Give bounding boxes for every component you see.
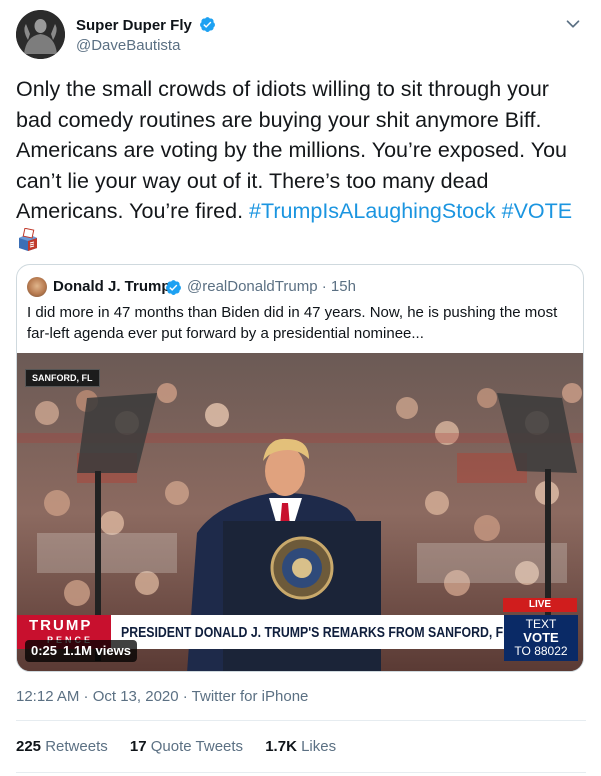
author-avatar[interactable] [16, 10, 65, 59]
engagement-stats: 225 Retweets 17 Quote Tweets 1.7K Likes [16, 738, 354, 755]
chyron-headline: PRESIDENT DONALD J. TRUMP'S REMARKS FROM… [121, 624, 511, 641]
verified-badge-icon [199, 16, 216, 37]
verified-badge-icon [165, 279, 182, 300]
retweets-stat[interactable]: 225 Retweets [16, 738, 108, 755]
quote-tweets-count[interactable]: 17 [130, 738, 147, 755]
chevron-down-icon[interactable] [562, 13, 584, 35]
likes-label[interactable]: Likes [301, 738, 336, 755]
video-duration: 0:25 [31, 643, 58, 658]
ballot-box-icon [16, 227, 40, 261]
likes-count[interactable]: 1.7K [265, 738, 297, 755]
likes-stat[interactable]: 1.7K Likes [265, 738, 336, 755]
hashtag-link[interactable]: #TrumpIsALaughingStock [249, 199, 496, 223]
divider [16, 772, 586, 773]
quoted-tweet-card[interactable]: Donald J. Trump @realDonaldTrump · 15h I… [16, 264, 584, 672]
quoted-author-handle: @realDonaldTrump · 15h [187, 278, 356, 295]
quote-tweets-stat[interactable]: 17 Quote Tweets [130, 738, 243, 755]
live-badge: LIVE [503, 598, 577, 612]
video-views: 1.1M views [63, 643, 131, 658]
divider [16, 720, 586, 721]
quoted-author-name: Donald J. Trump [53, 278, 171, 295]
text-vote-box: TEXT VOTE TO 88022 [504, 615, 578, 661]
tweet-timestamp[interactable]: 12:12 AM · Oct 13, 2020 · Twitter for iP… [16, 688, 308, 705]
quote-tweets-label[interactable]: Quote Tweets [151, 738, 243, 755]
quoted-author-avatar [27, 277, 47, 297]
text-vote-line-1: TEXT [525, 617, 557, 631]
author-name[interactable]: Super Duper Fly [76, 16, 216, 37]
logo-line-1: TRUMP [29, 617, 93, 634]
retweets-count[interactable]: 225 [16, 738, 41, 755]
retweets-label[interactable]: Retweets [45, 738, 108, 755]
author-name-text[interactable]: Super Duper Fly [76, 17, 192, 34]
text-vote-line-3: TO 88022 [514, 644, 568, 658]
video-meta-badge: 0:25 1.1M views [25, 640, 137, 662]
tweet-header: Super Duper Fly @DaveBautista [16, 10, 586, 60]
location-tag: SANFORD, FL [25, 369, 100, 387]
video-player[interactable]: SANFORD, FL LIVE TRUMP PENCE PRESIDENT D… [17, 353, 583, 671]
hashtag-link[interactable]: #VOTE [502, 199, 573, 223]
quoted-tweet-text: I did more in 47 months than Biden did i… [27, 304, 558, 342]
tweet-body: Only the small crowds of idiots willing … [16, 74, 586, 260]
author-handle[interactable]: @DaveBautista [76, 37, 180, 54]
text-vote-line-2: VOTE [523, 630, 559, 645]
